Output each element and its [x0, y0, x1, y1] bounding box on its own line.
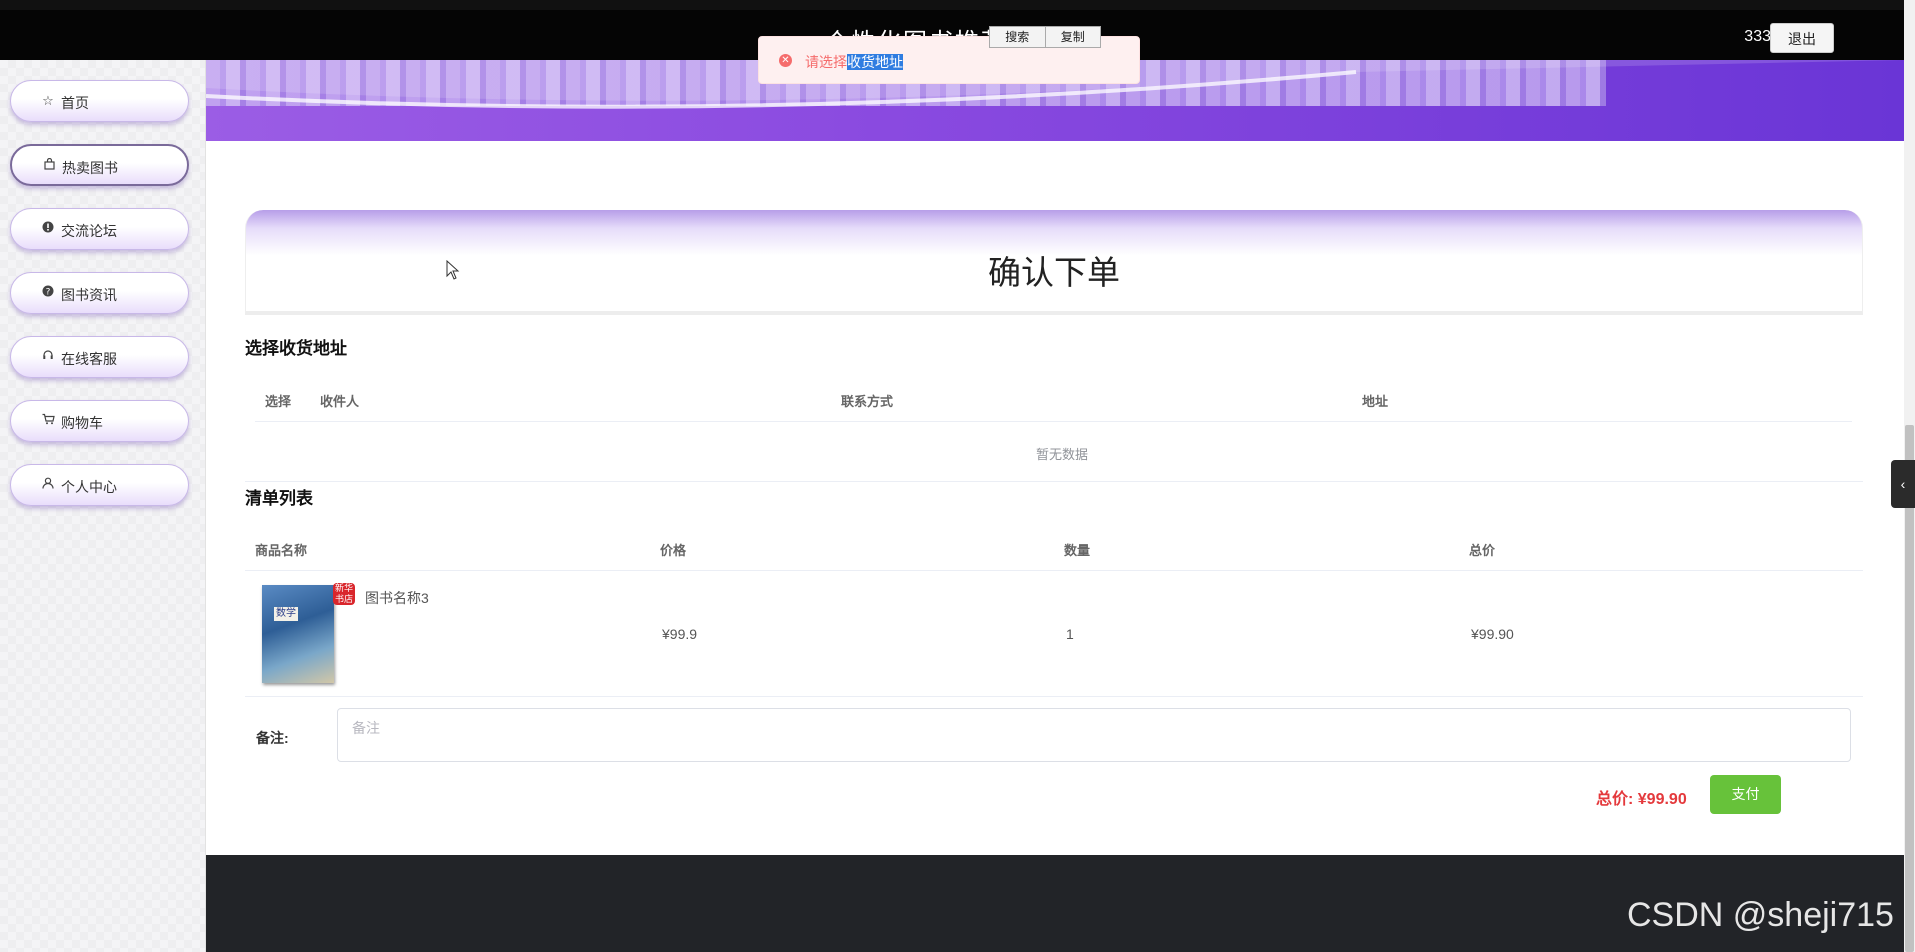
- book-quantity: 1: [1066, 626, 1074, 642]
- order-col-total: 总价: [1469, 543, 1496, 558]
- logout-button[interactable]: 退出: [1770, 23, 1834, 53]
- sidebar-item-book-news[interactable]: ? 图书资讯: [10, 272, 189, 314]
- sidebar-item-profile[interactable]: 个人中心: [10, 464, 189, 506]
- sidebar-item-label: 个人中心: [61, 479, 117, 495]
- sidebar-nav: ☆ 首页 热卖图书 交流论坛 ? 图书资讯 在线客服 购物车 个人中心: [0, 60, 206, 952]
- bag-icon: [42, 157, 56, 173]
- pay-button[interactable]: 支付: [1710, 775, 1781, 814]
- sidebar-item-online-service[interactable]: 在线客服: [10, 336, 189, 378]
- order-section-title: 清单列表: [245, 489, 313, 508]
- text-selection-menu: 搜索 复制: [989, 26, 1101, 48]
- watermark-text: CSDN @sheji715: [1627, 896, 1894, 934]
- remark-input[interactable]: [337, 708, 1851, 762]
- divider: [245, 570, 1863, 571]
- divider: [245, 696, 1863, 697]
- svg-text:?: ?: [46, 287, 51, 297]
- sidebar-item-label: 交流论坛: [61, 223, 117, 239]
- remark-label: 备注:: [256, 730, 289, 746]
- info-icon: [41, 221, 55, 236]
- sidebar-item-cart[interactable]: 购物车: [10, 400, 189, 442]
- order-col-name: 商品名称: [255, 543, 308, 558]
- question-icon: ?: [41, 285, 55, 300]
- book-name[interactable]: 图书名称3: [365, 588, 429, 608]
- copy-menu-item[interactable]: 复制: [1046, 27, 1101, 47]
- error-icon: ✕: [779, 54, 792, 67]
- address-section-title: 选择收货地址: [245, 339, 347, 358]
- cart-icon: [41, 413, 55, 428]
- headset-icon: [41, 349, 55, 364]
- window-top-strip: [0, 0, 1915, 10]
- book-cover-image[interactable]: 数学: [262, 585, 334, 683]
- toast-message: 请选择收货地址: [805, 54, 903, 70]
- star-icon: ☆: [42, 93, 54, 108]
- user-icon: [41, 477, 55, 492]
- address-col-recipient: 收件人: [320, 394, 360, 409]
- publisher-stamp: 新华书店: [333, 583, 355, 605]
- order-col-quantity: 数量: [1064, 543, 1091, 558]
- collapse-panel-button[interactable]: ‹: [1891, 460, 1915, 508]
- address-col-address: 地址: [1362, 394, 1389, 409]
- order-col-price: 价格: [660, 543, 687, 558]
- sidebar-item-label: 图书资讯: [61, 287, 117, 303]
- order-total: 总价: ¥99.90: [1596, 791, 1687, 808]
- selected-text: 收货地址: [847, 54, 903, 70]
- username-label: 333: [1744, 28, 1771, 45]
- sidebar-item-home[interactable]: ☆ 首页: [10, 80, 189, 122]
- sidebar-item-label: 首页: [61, 95, 89, 111]
- cover-title: 数学: [274, 607, 298, 621]
- chevron-left-icon: ‹: [1900, 476, 1906, 492]
- search-menu-item[interactable]: 搜索: [990, 27, 1046, 47]
- address-col-select: 选择: [265, 394, 292, 409]
- address-empty-text: 暂无数据: [1036, 447, 1089, 462]
- sidebar-item-label: 热卖图书: [62, 160, 118, 176]
- sidebar-item-hot-books[interactable]: 热卖图书: [10, 144, 189, 186]
- sidebar-item-label: 在线客服: [61, 351, 117, 367]
- divider: [255, 421, 1852, 422]
- sidebar-item-label: 购物车: [61, 415, 103, 431]
- divider: [245, 481, 1863, 482]
- book-total: ¥99.90: [1471, 626, 1514, 642]
- sidebar-item-forum[interactable]: 交流论坛: [10, 208, 189, 250]
- page-header-box: 确认下单: [245, 210, 1863, 315]
- book-price: ¥99.9: [662, 626, 698, 642]
- address-col-contact: 联系方式: [841, 394, 894, 409]
- mouse-cursor-icon: [446, 259, 460, 286]
- page-title: 确认下单: [988, 254, 1120, 291]
